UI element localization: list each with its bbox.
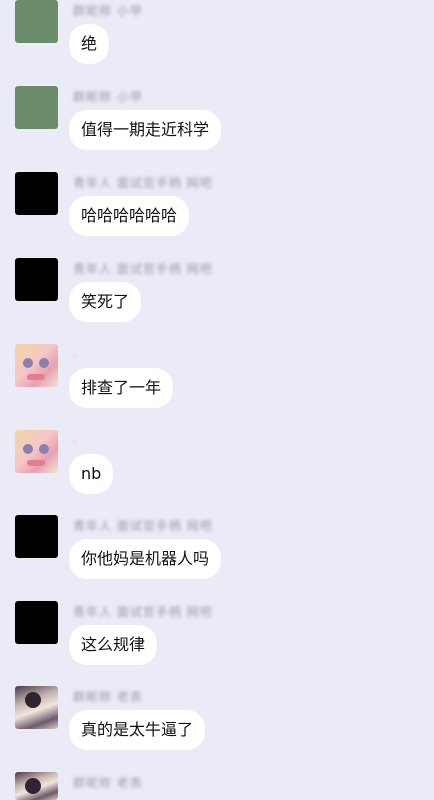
message-bubble[interactable]: nb: [69, 454, 114, 494]
message-bubble[interactable]: 绝: [69, 24, 110, 64]
sender-name: 青年人 面试官手柄 网吧: [73, 262, 213, 276]
chat-message: 群昵称 老表: [0, 772, 434, 800]
sender-name: .: [73, 346, 78, 360]
sender-name: 青年人 面试官手柄 网吧: [73, 176, 213, 190]
chat-message: 青年人 面试官手柄 网吧 你他妈是机器人吗: [0, 515, 434, 601]
sender-name: 群昵称 小甲: [73, 90, 143, 104]
sender-name: 群昵称 小甲: [73, 4, 143, 18]
chat-message: . nb: [0, 430, 434, 516]
chat-message: . 排查了一年: [0, 344, 434, 430]
sender-name: 群昵称 老表: [73, 690, 143, 704]
sender-name: 青年人 面试官手柄 网吧: [73, 605, 213, 619]
message-bubble[interactable]: 排查了一年: [69, 368, 174, 408]
sender-name: .: [73, 432, 78, 446]
chat-message: 群昵称 老表 真的是太牛逼了: [0, 686, 434, 772]
message-bubble[interactable]: 你他妈是机器人吗: [69, 539, 222, 579]
avatar[interactable]: [15, 601, 58, 644]
message-bubble[interactable]: 真的是太牛逼了: [69, 710, 206, 750]
avatar[interactable]: [15, 515, 58, 558]
avatar[interactable]: [15, 772, 58, 800]
avatar[interactable]: [15, 344, 58, 387]
message-bubble[interactable]: 这么规律: [69, 625, 158, 665]
avatar[interactable]: [15, 430, 58, 473]
avatar[interactable]: [15, 258, 58, 301]
message-bubble[interactable]: 值得一期走近科学: [69, 110, 222, 150]
avatar[interactable]: [15, 686, 58, 729]
avatar[interactable]: [15, 172, 58, 215]
chat-message: 青年人 面试官手柄 网吧 笑死了: [0, 258, 434, 344]
message-bubble[interactable]: 笑死了: [69, 282, 142, 322]
chat-message: 青年人 面试官手柄 网吧 哈哈哈哈哈哈: [0, 172, 434, 258]
message-bubble[interactable]: 哈哈哈哈哈哈: [69, 196, 190, 236]
chat-message: 群昵称 小甲 绝: [0, 0, 434, 86]
chat-message: 群昵称 小甲 值得一期走近科学: [0, 86, 434, 172]
avatar[interactable]: [15, 86, 58, 129]
avatar[interactable]: [15, 0, 58, 43]
sender-name: 群昵称 老表: [73, 776, 143, 790]
chat-message: 青年人 面试官手柄 网吧 这么规律: [0, 601, 434, 687]
sender-name: 青年人 面试官手柄 网吧: [73, 519, 213, 533]
